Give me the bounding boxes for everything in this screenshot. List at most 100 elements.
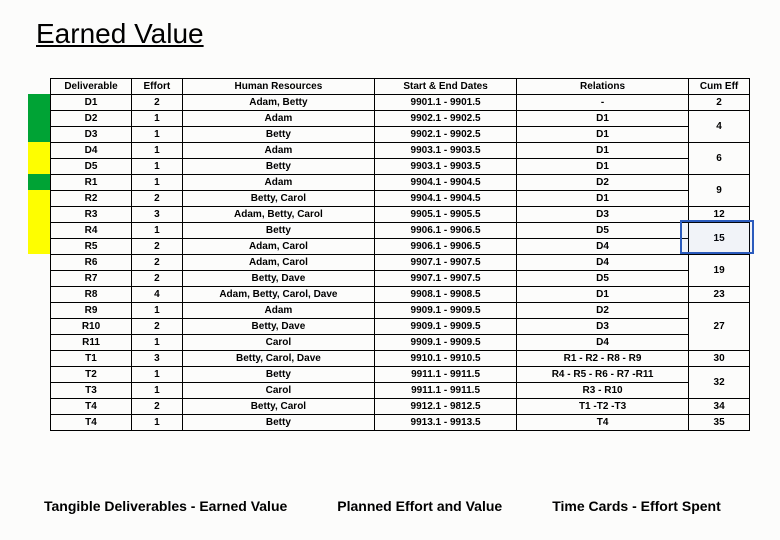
cell-dates: 9906.1 - 9906.5 bbox=[375, 223, 517, 239]
table-row: D41Adam9903.1 - 9903.5D16 bbox=[51, 143, 750, 159]
cell-effort: 1 bbox=[132, 415, 183, 431]
table-row: T21Betty9911.1 - 9911.5R4 - R5 - R6 - R7… bbox=[51, 367, 750, 383]
cell-relations: D4 bbox=[516, 255, 688, 271]
cell-deliverable: T1 bbox=[51, 351, 132, 367]
cell-relations: T1 -T2 -T3 bbox=[516, 399, 688, 415]
cell-dates: 9912.1 - 9812.5 bbox=[375, 399, 517, 415]
table-row: R111Carol9909.1 - 9909.5D4 bbox=[51, 335, 750, 351]
cell-relations: D5 bbox=[516, 223, 688, 239]
cell-hr: Betty, Dave bbox=[182, 319, 374, 335]
cell-deliverable: T3 bbox=[51, 383, 132, 399]
cell-dates: 9905.1 - 9905.5 bbox=[375, 207, 517, 223]
cell-cumeff: 32 bbox=[689, 367, 750, 399]
cell-dates: 9909.1 - 9909.5 bbox=[375, 335, 517, 351]
cell-hr: Adam bbox=[182, 143, 374, 159]
cell-relations: D1 bbox=[516, 127, 688, 143]
cell-cumeff: 2 bbox=[689, 95, 750, 111]
cell-relations: D5 bbox=[516, 271, 688, 287]
cell-cumeff: 23 bbox=[689, 287, 750, 303]
table-row: T13Betty, Carol, Dave9910.1 - 9910.5R1 -… bbox=[51, 351, 750, 367]
cell-hr: Adam, Carol bbox=[182, 239, 374, 255]
cell-cumeff: 27 bbox=[689, 303, 750, 351]
cell-deliverable: D2 bbox=[51, 111, 132, 127]
cell-hr: Betty bbox=[182, 159, 374, 175]
cell-dates: 9906.1 - 9906.5 bbox=[375, 239, 517, 255]
cell-dates: 9908.1 - 9908.5 bbox=[375, 287, 517, 303]
cell-effort: 1 bbox=[132, 175, 183, 191]
cell-dates: 9911.1 - 9911.5 bbox=[375, 383, 517, 399]
cell-effort: 1 bbox=[132, 111, 183, 127]
cell-deliverable: R11 bbox=[51, 335, 132, 351]
cell-relations: D1 bbox=[516, 111, 688, 127]
cell-dates: 9904.1 - 9904.5 bbox=[375, 191, 517, 207]
cell-hr: Betty, Carol, Dave bbox=[182, 351, 374, 367]
cell-cumeff: 19 bbox=[689, 255, 750, 287]
table-row: R84Adam, Betty, Carol, Dave9908.1 - 9908… bbox=[51, 287, 750, 303]
cell-relations: D1 bbox=[516, 159, 688, 175]
table-row: R52Adam, Carol9906.1 - 9906.5D4 bbox=[51, 239, 750, 255]
footer-right: Time Cards - Effort Spent bbox=[552, 498, 721, 514]
table-row: R102Betty, Dave9909.1 - 9909.5D3 bbox=[51, 319, 750, 335]
table-row: R41Betty9906.1 - 9906.5D515 bbox=[51, 223, 750, 239]
footer-left: Tangible Deliverables - Earned Value bbox=[44, 498, 287, 514]
cell-relations: R4 - R5 - R6 - R7 -R11 bbox=[516, 367, 688, 383]
cell-effort: 2 bbox=[132, 255, 183, 271]
table-row: T41Betty9913.1 - 9913.5T435 bbox=[51, 415, 750, 431]
page-title: Earned Value bbox=[36, 18, 750, 50]
cell-deliverable: D4 bbox=[51, 143, 132, 159]
deliverables-table: Deliverable Effort Human Resources Start… bbox=[50, 78, 750, 431]
cell-hr: Betty, Dave bbox=[182, 271, 374, 287]
cell-deliverable: R3 bbox=[51, 207, 132, 223]
cell-effort: 2 bbox=[132, 319, 183, 335]
cell-hr: Adam bbox=[182, 303, 374, 319]
header-row: Deliverable Effort Human Resources Start… bbox=[51, 79, 750, 95]
cell-dates: 9907.1 - 9907.5 bbox=[375, 255, 517, 271]
table-row: R22Betty, Carol9904.1 - 9904.5D1 bbox=[51, 191, 750, 207]
cell-hr: Betty bbox=[182, 415, 374, 431]
cell-hr: Carol bbox=[182, 335, 374, 351]
cell-effort: 1 bbox=[132, 367, 183, 383]
cell-deliverable: R8 bbox=[51, 287, 132, 303]
cell-effort: 2 bbox=[132, 239, 183, 255]
table-row: T42Betty, Carol9912.1 - 9812.5T1 -T2 -T3… bbox=[51, 399, 750, 415]
cell-hr: Betty bbox=[182, 127, 374, 143]
cell-dates: 9902.1 - 9902.5 bbox=[375, 111, 517, 127]
col-effort: Effort bbox=[132, 79, 183, 95]
cell-relations: D4 bbox=[516, 239, 688, 255]
cell-hr: Adam bbox=[182, 111, 374, 127]
cell-cumeff: 9 bbox=[689, 175, 750, 207]
cell-dates: 9902.1 - 9902.5 bbox=[375, 127, 517, 143]
cell-dates: 9903.1 - 9903.5 bbox=[375, 143, 517, 159]
table-row: D51Betty9903.1 - 9903.5D1 bbox=[51, 159, 750, 175]
table-row: R91Adam9909.1 - 9909.5D227 bbox=[51, 303, 750, 319]
cell-effort: 3 bbox=[132, 207, 183, 223]
cell-deliverable: R7 bbox=[51, 271, 132, 287]
cell-cumeff: 34 bbox=[689, 399, 750, 415]
cell-deliverable: R10 bbox=[51, 319, 132, 335]
cell-hr: Betty, Carol bbox=[182, 191, 374, 207]
cell-effort: 1 bbox=[132, 223, 183, 239]
cell-deliverable: R5 bbox=[51, 239, 132, 255]
col-deliverable: Deliverable bbox=[51, 79, 132, 95]
cell-deliverable: D3 bbox=[51, 127, 132, 143]
cell-hr: Betty bbox=[182, 223, 374, 239]
cell-effort: 2 bbox=[132, 399, 183, 415]
cell-dates: 9909.1 - 9909.5 bbox=[375, 319, 517, 335]
cell-hr: Adam, Betty, Carol, Dave bbox=[182, 287, 374, 303]
cell-effort: 3 bbox=[132, 351, 183, 367]
table-row: T31Carol9911.1 - 9911.5R3 - R10 bbox=[51, 383, 750, 399]
cell-hr: Carol bbox=[182, 383, 374, 399]
col-relations: Relations bbox=[516, 79, 688, 95]
footer-links: Tangible Deliverables - Earned Value Pla… bbox=[0, 498, 780, 514]
cell-dates: 9911.1 - 9911.5 bbox=[375, 367, 517, 383]
cell-relations: T4 bbox=[516, 415, 688, 431]
cell-hr: Adam, Betty bbox=[182, 95, 374, 111]
cell-deliverable: R4 bbox=[51, 223, 132, 239]
cell-dates: 9904.1 - 9904.5 bbox=[375, 175, 517, 191]
cell-cumeff: 35 bbox=[689, 415, 750, 431]
cell-deliverable: R9 bbox=[51, 303, 132, 319]
cell-dates: 9913.1 - 9913.5 bbox=[375, 415, 517, 431]
cell-effort: 4 bbox=[132, 287, 183, 303]
table-row: D12Adam, Betty9901.1 - 9901.5-2 bbox=[51, 95, 750, 111]
cell-relations: R1 - R2 - R8 - R9 bbox=[516, 351, 688, 367]
